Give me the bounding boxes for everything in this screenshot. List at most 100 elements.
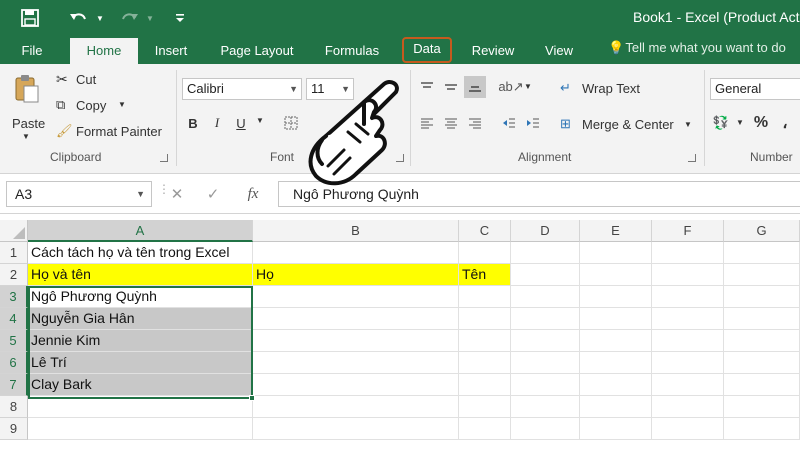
alignment-launcher-icon[interactable] xyxy=(688,154,696,162)
cell-d2[interactable] xyxy=(511,264,580,286)
enter-icon[interactable]: ✓ xyxy=(202,183,224,205)
column-header-b[interactable]: B xyxy=(253,220,459,242)
undo-dropdown-icon[interactable]: ▼ xyxy=(94,6,106,30)
cell-b2[interactable]: Họ xyxy=(253,264,459,286)
font-name-combo[interactable]: Calibri ▼ xyxy=(182,78,302,100)
cell-d5[interactable] xyxy=(511,330,580,352)
column-header-a[interactable]: A xyxy=(28,220,253,242)
paste-button[interactable]: Paste ▼ xyxy=(8,70,48,141)
tab-page-layout[interactable]: Page Layout xyxy=(210,40,304,64)
underline-dropdown-icon[interactable]: ▼ xyxy=(256,116,264,125)
orientation-button[interactable]: ab↗ xyxy=(498,76,523,98)
comma-style-button[interactable]: ، xyxy=(774,112,796,134)
format-painter-button[interactable]: 🖌 Format Painter xyxy=(54,122,170,142)
italic-button[interactable]: I xyxy=(206,112,228,134)
cell-b8[interactable] xyxy=(253,396,459,418)
row-header-1[interactable]: 1 xyxy=(0,242,28,264)
row-header-9[interactable]: 9 xyxy=(0,418,28,440)
decrease-indent-button[interactable] xyxy=(498,112,520,134)
cell-f4[interactable] xyxy=(652,308,724,330)
increase-indent-button[interactable] xyxy=(522,112,544,134)
cell-f6[interactable] xyxy=(652,352,724,374)
resize-grip-icon[interactable]: ⋮ xyxy=(158,183,170,202)
cell-b6[interactable] xyxy=(253,352,459,374)
cell-g8[interactable] xyxy=(724,396,800,418)
clipboard-launcher-icon[interactable] xyxy=(160,154,168,162)
cell-a8[interactable] xyxy=(28,396,253,418)
cell-f9[interactable] xyxy=(652,418,724,440)
cell-c2[interactable]: Tên xyxy=(459,264,511,286)
cell-b1[interactable] xyxy=(253,242,459,264)
column-header-g[interactable]: G xyxy=(724,220,800,242)
cell-e3[interactable] xyxy=(580,286,652,308)
cell-g9[interactable] xyxy=(724,418,800,440)
tab-home[interactable]: Home xyxy=(70,38,138,64)
cell-e9[interactable] xyxy=(580,418,652,440)
align-left-button[interactable] xyxy=(416,112,438,134)
column-header-f[interactable]: F xyxy=(652,220,724,242)
column-header-e[interactable]: E xyxy=(580,220,652,242)
row-header-3[interactable]: 3 xyxy=(0,286,28,308)
number-format-combo[interactable]: General xyxy=(710,78,800,100)
cell-d3[interactable] xyxy=(511,286,580,308)
cell-f2[interactable] xyxy=(652,264,724,286)
tab-review[interactable]: Review xyxy=(464,40,522,64)
cell-b7[interactable] xyxy=(253,374,459,396)
cut-button[interactable]: ✂ Cut xyxy=(54,70,114,90)
accounting-dropdown-icon[interactable]: ▼ xyxy=(736,118,744,127)
percent-style-button[interactable]: % xyxy=(750,112,772,134)
middle-align-button[interactable] xyxy=(440,76,462,98)
cell-g6[interactable] xyxy=(724,352,800,374)
cell-e6[interactable] xyxy=(580,352,652,374)
bottom-align-button[interactable] xyxy=(464,76,486,98)
cell-g1[interactable] xyxy=(724,242,800,264)
cell-f3[interactable] xyxy=(652,286,724,308)
cell-d4[interactable] xyxy=(511,308,580,330)
cell-a6[interactable]: Lê Trí xyxy=(28,352,253,374)
cell-e4[interactable] xyxy=(580,308,652,330)
redo-icon[interactable] xyxy=(116,6,142,30)
cell-b4[interactable] xyxy=(253,308,459,330)
cell-c5[interactable] xyxy=(459,330,511,352)
column-header-d[interactable]: D xyxy=(511,220,580,242)
cell-e8[interactable] xyxy=(580,396,652,418)
cell-f1[interactable] xyxy=(652,242,724,264)
cell-d1[interactable] xyxy=(511,242,580,264)
tell-me-box[interactable]: 💡 Tell me what you want to do xyxy=(608,40,786,56)
save-icon[interactable] xyxy=(18,6,42,30)
name-box[interactable]: A3 ▼ xyxy=(6,181,152,207)
cell-a2[interactable]: Họ và tên xyxy=(28,264,253,286)
cell-a1[interactable]: Cách tách họ và tên trong Excel xyxy=(28,242,253,264)
tab-view[interactable]: View xyxy=(534,40,584,64)
cell-a4[interactable]: Nguyễn Gia Hân xyxy=(28,308,253,330)
cell-b5[interactable] xyxy=(253,330,459,352)
cell-d6[interactable] xyxy=(511,352,580,374)
row-header-2[interactable]: 2 xyxy=(0,264,28,286)
orientation-dropdown-icon[interactable]: ▼ xyxy=(524,82,532,91)
undo-icon[interactable] xyxy=(66,6,92,30)
redo-dropdown-icon[interactable]: ▼ xyxy=(144,6,156,30)
cell-a7[interactable]: Clay Bark xyxy=(28,374,253,396)
cell-c9[interactable] xyxy=(459,418,511,440)
cell-c4[interactable] xyxy=(459,308,511,330)
insert-function-button[interactable]: fx xyxy=(242,183,264,205)
cell-g7[interactable] xyxy=(724,374,800,396)
column-header-c[interactable]: C xyxy=(459,220,511,242)
bold-button[interactable]: B xyxy=(182,112,204,134)
tab-file[interactable]: File xyxy=(8,40,56,64)
tab-insert[interactable]: Insert xyxy=(144,40,198,64)
cell-b3[interactable] xyxy=(253,286,459,308)
cell-g5[interactable] xyxy=(724,330,800,352)
cell-a5[interactable]: Jennie Kim xyxy=(28,330,253,352)
cell-e1[interactable] xyxy=(580,242,652,264)
cell-c3[interactable] xyxy=(459,286,511,308)
cell-f5[interactable] xyxy=(652,330,724,352)
row-header-4[interactable]: 4 xyxy=(0,308,28,330)
cell-f8[interactable] xyxy=(652,396,724,418)
fill-handle[interactable] xyxy=(249,395,255,401)
cell-c6[interactable] xyxy=(459,352,511,374)
cell-g2[interactable] xyxy=(724,264,800,286)
copy-button[interactable]: ⧉ Copy ▼ xyxy=(54,96,134,116)
merge-center-button[interactable]: ⊞ Merge & Center ▼ xyxy=(558,114,698,136)
cell-a9[interactable] xyxy=(28,418,253,440)
